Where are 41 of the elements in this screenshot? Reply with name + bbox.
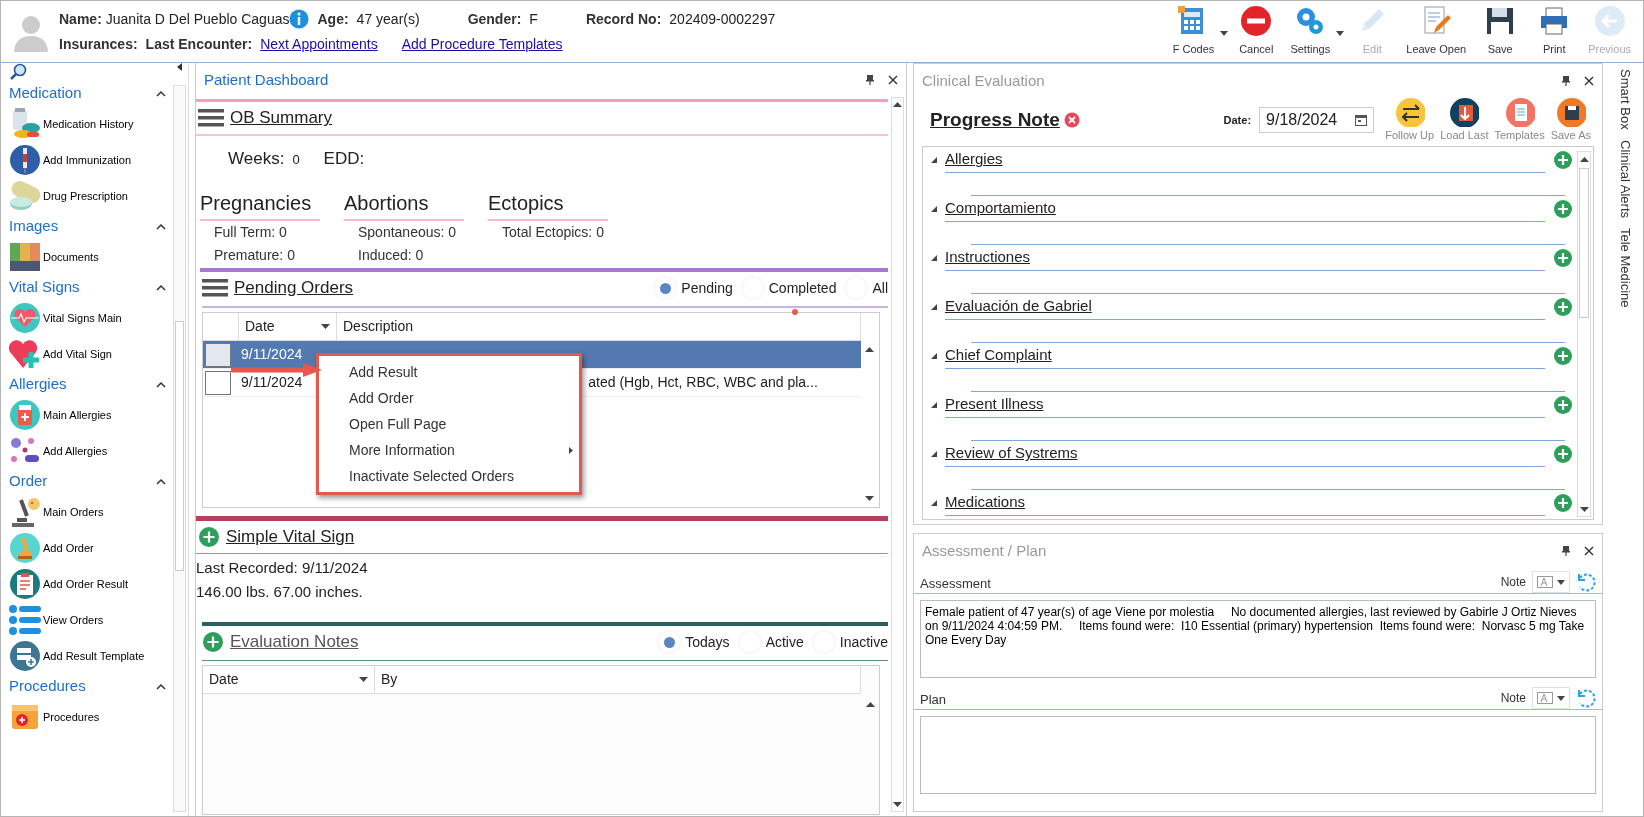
- panel-title: Clinical Evaluation: [922, 70, 1045, 91]
- vital-line: 146.00 lbs. 67.00 inches.: [196, 582, 364, 602]
- sidebar-group-title: Procedures: [9, 676, 86, 697]
- vital-line: Last Recorded: 9/11/2024: [196, 558, 369, 578]
- gender-label: Gender:: [467, 9, 522, 29]
- record-number: 202409-0002297: [669, 9, 776, 29]
- date-label: Date:: [1223, 112, 1252, 128]
- panel-title: Patient Dashboard: [204, 69, 329, 90]
- table-cell-text: 9/11/2024: [240, 375, 303, 390]
- note-label: Note: [1500, 690, 1526, 707]
- record-label: Record No:: [585, 9, 662, 29]
- age-value: 47 year(s): [356, 9, 420, 29]
- group-title: Abortions: [344, 188, 464, 221]
- weeks-value: 0: [292, 151, 300, 169]
- table-cell-text: 9/11/2024: [240, 347, 303, 362]
- stat-line: Full Term: 0: [213, 223, 288, 242]
- stat-line: Premature: 0: [213, 246, 296, 265]
- field-label: Plan: [920, 690, 947, 709]
- edd-label: EDD:: [323, 148, 365, 170]
- note-title: Progress Note: [930, 107, 1060, 132]
- sidebar-group-title: Allergies: [9, 374, 67, 395]
- age-label: Age:: [317, 9, 349, 29]
- group-title: Ectopics: [488, 188, 608, 221]
- sidebar-group-title: Vital Signs: [9, 277, 80, 298]
- field-label: Assessment: [920, 574, 991, 593]
- stat-line: Induced: 0: [357, 246, 425, 265]
- sidebar-group-title: Order: [9, 471, 48, 492]
- sidebar-group-title: Medication: [9, 83, 82, 104]
- last-encounter-label: Last Encounter:: [145, 34, 253, 54]
- note-label: Note: [1500, 574, 1526, 591]
- panel-title: Assessment / Plan: [922, 540, 1047, 561]
- table-cell: ated (Hgb, Hct, RBC, WBC and pla...: [588, 375, 818, 390]
- stat-line: Spontaneous: 0: [357, 223, 458, 242]
- insurances-label: Insurances:: [59, 34, 138, 54]
- group-title: Pregnancies: [200, 188, 320, 221]
- stat-line: Total Ectopics: 0: [501, 223, 605, 242]
- name-label: Name:: [59, 9, 102, 29]
- sidebar-group-title: Images: [9, 216, 59, 237]
- patient-name: Juanita D Del Pueblo Caguas: [105, 9, 290, 29]
- weeks-label: Weeks:: [228, 148, 285, 170]
- gender-value: F: [529, 9, 538, 29]
